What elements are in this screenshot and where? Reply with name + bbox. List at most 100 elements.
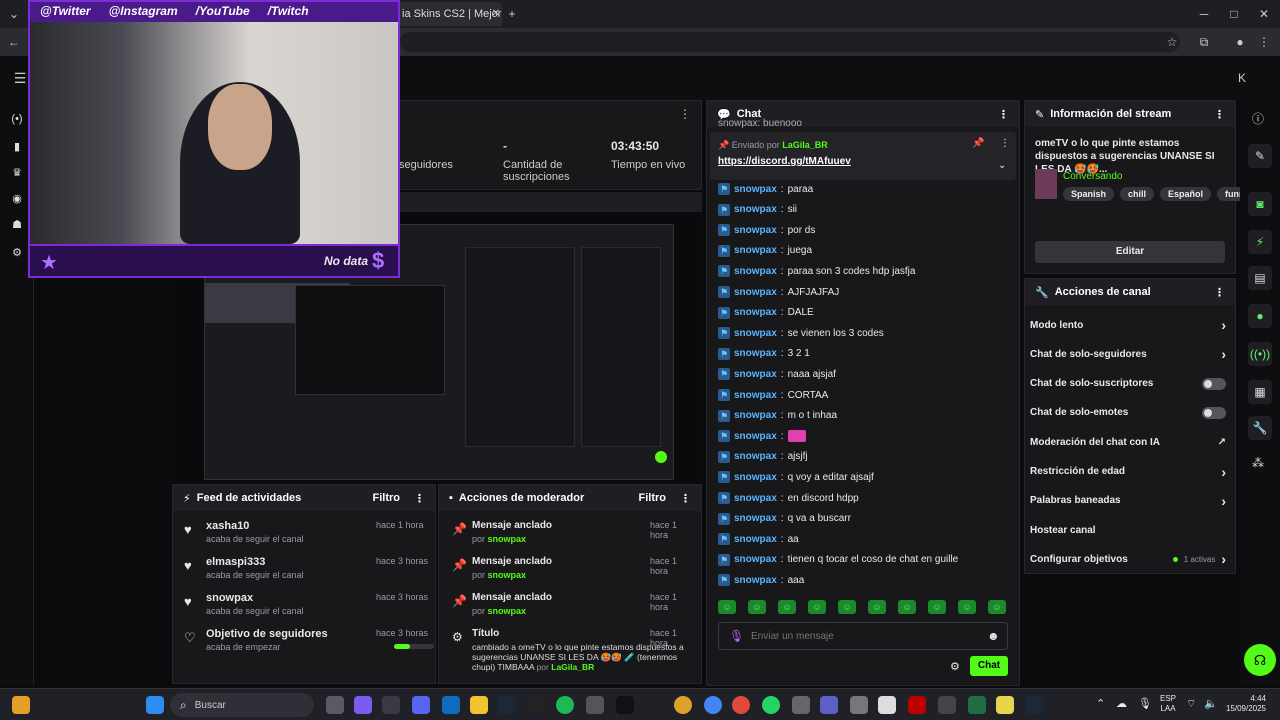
app-icon[interactable]	[938, 696, 956, 714]
chat-settings-icon[interactable]: ⚙	[950, 660, 960, 673]
stream-info-menu-icon[interactable]: ⋮	[1214, 108, 1225, 121]
chat-message[interactable]: ⚑ snowpax: paraa son 3 codes hdp jasfja	[718, 262, 915, 280]
kick-logo-icon[interactable]: K	[1232, 68, 1252, 88]
epic-games-icon[interactable]	[528, 696, 546, 714]
emote-icon[interactable]: ☺	[808, 600, 826, 614]
document-icon[interactable]: ▤	[1248, 266, 1272, 290]
new-tab-button[interactable]: +	[502, 4, 522, 24]
maximize-button[interactable]: □	[1224, 4, 1244, 24]
pinned-message[interactable]: 📌 Enviado por LaGila_BR https://discord.…	[710, 132, 1016, 180]
toggle-switch[interactable]	[1202, 377, 1226, 390]
broadcast-icon[interactable]: ((•))	[1248, 342, 1272, 366]
tray-chevron-icon[interactable]: ⌃	[1096, 697, 1105, 710]
chat-message[interactable]: ⚑ snowpax: q va a buscarr	[718, 510, 851, 528]
tag[interactable]: chill	[1120, 187, 1155, 201]
chat-input[interactable]	[751, 627, 971, 645]
hamburger-menu-icon[interactable]: ☰	[10, 68, 30, 88]
dashboard-icon[interactable]: ▦	[1248, 380, 1272, 404]
chat-username[interactable]: snowpax	[734, 513, 777, 524]
chat-username[interactable]: snowpax	[734, 369, 777, 380]
toggle-switch[interactable]	[1202, 406, 1226, 419]
channel-action-item[interactable]: Moderación del chat con IA ↗	[1030, 433, 1226, 451]
title-change-user[interactable]: LaGila_BR	[551, 662, 594, 672]
chat-username[interactable]: snowpax	[734, 184, 777, 195]
live-icon[interactable]: (•)	[8, 110, 26, 128]
chat-message[interactable]: ⚑ snowpax: sii	[718, 201, 797, 219]
settings-icon[interactable]: ⚙	[8, 244, 26, 262]
close-window-button[interactable]: ✕	[1254, 4, 1274, 24]
edit-rail-icon[interactable]: ✎	[1248, 144, 1272, 168]
back-icon[interactable]: ←	[4, 32, 24, 52]
chat-message[interactable]: ⚑ snowpax: AJFJAJFAJ	[718, 283, 839, 301]
chat-username[interactable]: snowpax	[734, 287, 777, 298]
channel-action-item[interactable]: Restricción de edad ›	[1030, 463, 1226, 481]
app-icon[interactable]	[850, 696, 868, 714]
activity-filter-button[interactable]: Filtro	[373, 492, 401, 505]
chat-message[interactable]: ⚑ snowpax: juega	[718, 242, 812, 260]
language-indicator[interactable]: ESP LAA	[1160, 694, 1176, 714]
lightning-icon[interactable]: ⚡	[1248, 230, 1272, 254]
microphone-tray-icon[interactable]: 🎙	[1138, 697, 1152, 710]
outlook-icon[interactable]	[442, 696, 460, 714]
chat-rail-icon[interactable]: ●	[1248, 304, 1272, 328]
chat-username[interactable]: snowpax	[734, 390, 777, 401]
chat-username[interactable]: snowpax	[734, 534, 777, 545]
taskbar-search[interactable]: ⌕ Buscar	[170, 693, 314, 717]
steam-tray-icon[interactable]	[1026, 696, 1044, 714]
obs-icon[interactable]	[586, 696, 604, 714]
chat-username[interactable]: snowpax	[734, 266, 777, 277]
chat-message[interactable]: ⚑ snowpax: tienen q tocar el coso de chat …	[718, 551, 958, 569]
chat-message[interactable]: ⚑ snowpax: paraa	[718, 180, 813, 198]
activity-menu-icon[interactable]: ⋮	[414, 492, 425, 505]
chat-username[interactable]: snowpax	[734, 328, 777, 339]
analytics-icon[interactable]: ▮	[8, 138, 26, 156]
chat-message[interactable]: ⚑ snowpax: q voy a editar ajsajf	[718, 468, 874, 486]
teams-icon[interactable]	[820, 696, 838, 714]
chat-message[interactable]: ⚑ snowpax:3 2 1	[718, 345, 810, 363]
copilot-icon[interactable]	[354, 696, 372, 714]
stats-menu-icon[interactable]: ⋮	[679, 107, 691, 121]
emote-icon[interactable]: ☺	[868, 600, 886, 614]
widgets-icon[interactable]	[12, 696, 30, 714]
chat-menu-icon[interactable]: ⋮	[998, 108, 1009, 121]
chat-message[interactable]: ⚑ snowpax: se vienen los 3 codes	[718, 324, 884, 342]
chat-username[interactable]: snowpax	[734, 245, 777, 256]
mod-user[interactable]: snowpax	[488, 606, 527, 616]
emote-icon[interactable]: ☺	[898, 600, 916, 614]
chat-username[interactable]: snowpax	[734, 554, 777, 565]
emoji-picker-icon[interactable]: ☻	[987, 629, 1000, 643]
app-icon[interactable]	[908, 696, 926, 714]
mic-icon[interactable]: 🎙	[729, 629, 744, 643]
emote-icon[interactable]: ☺	[778, 600, 796, 614]
chat-message[interactable]: ⚑ snowpax: m o t inhaa	[718, 407, 837, 425]
apps-icon[interactable]: ⁂	[1252, 456, 1264, 470]
trophy-icon[interactable]: ♛	[8, 164, 26, 182]
emote-icon[interactable]: ☺	[748, 600, 766, 614]
pinned-link[interactable]: https://discord.gg/tMAfuuev	[718, 156, 851, 167]
chat-username[interactable]: snowpax	[734, 348, 777, 359]
clock[interactable]: 4:44 15/09/2025	[1222, 694, 1266, 714]
pinned-user[interactable]: LaGila_BR	[782, 140, 828, 150]
chat-username[interactable]: snowpax	[734, 204, 777, 215]
url-field[interactable]	[400, 32, 1180, 52]
category-name[interactable]: Conversando	[1063, 171, 1122, 182]
tag[interactable]: Español	[1160, 187, 1212, 201]
community-icon[interactable]: ☗	[8, 216, 26, 234]
chrome-alt-icon[interactable]	[732, 696, 750, 714]
calculator-icon[interactable]	[792, 696, 810, 714]
chrome-profile-icon[interactable]	[704, 696, 722, 714]
chat-message[interactable]: ⚑ snowpax: aaa	[718, 571, 804, 589]
app-icon[interactable]	[878, 696, 896, 714]
chat-username[interactable]: snowpax	[734, 575, 777, 586]
chat-message[interactable]: ⚑ snowpax: naaa ajsjaf	[718, 365, 836, 383]
onedrive-icon[interactable]: ☁	[1116, 697, 1127, 710]
channel-actions-menu-icon[interactable]: ⋮	[1214, 286, 1225, 299]
extensions-icon[interactable]: ⧉	[1194, 32, 1214, 52]
channel-action-item[interactable]: Modo lento ›	[1030, 316, 1226, 334]
channel-action-item[interactable]: Chat de solo-emotes	[1030, 404, 1226, 422]
chat-username[interactable]: snowpax	[734, 431, 777, 442]
chat-message[interactable]: ⚑ snowpax: DALE	[718, 304, 814, 322]
steam-icon[interactable]	[498, 696, 516, 714]
tab-search-icon[interactable]: ⌄	[4, 4, 24, 24]
chat-username[interactable]: snowpax	[734, 225, 777, 236]
